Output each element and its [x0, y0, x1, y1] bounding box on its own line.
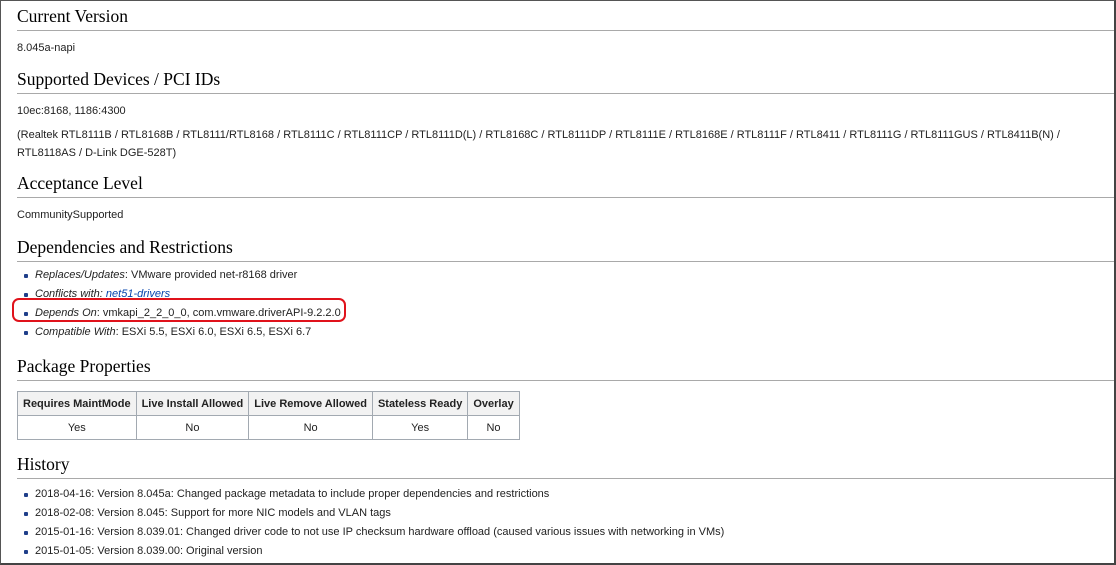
table-header-cell: Live Remove Allowed: [248, 391, 373, 416]
section-supported-devices: Supported Devices / PCI IDs 10ec:8168, 1…: [17, 68, 1114, 163]
section-title-supported-devices: Supported Devices / PCI IDs: [17, 68, 1114, 94]
dependencies-list: Replaces/Updates: VMware provided net-r8…: [17, 266, 1114, 342]
table-header-cell: Requires MaintMode: [17, 391, 137, 416]
section-title-package-properties: Package Properties: [17, 355, 1114, 381]
package-properties-table: Requires MaintMode Live Install Allowed …: [17, 391, 520, 440]
dependency-key: Replaces/Updates: [35, 269, 125, 281]
dependency-value: : ESXi 5.5, ESXi 6.0, ESXi 6.5, ESXi 6.7: [115, 326, 312, 338]
device-models-list: (Realtek RTL8111B / RTL8168B / RTL8111/R…: [17, 128, 1060, 160]
section-title-dependencies: Dependencies and Restrictions: [17, 236, 1114, 262]
table-cell: No: [248, 415, 373, 440]
table-header-row: Requires MaintMode Live Install Allowed …: [17, 391, 520, 416]
section-package-properties: Package Properties Requires MaintMode Li…: [17, 355, 1114, 440]
section-history: History 2018-04-16: Version 8.045a: Chan…: [17, 453, 1114, 561]
dependency-item-depends-on: Depends On: vmkapi_2_2_0_0, com.vmware.d…: [24, 304, 1114, 323]
section-acceptance-level: Acceptance Level CommunitySupported: [17, 172, 1114, 225]
section-title-current-version: Current Version: [17, 5, 1114, 31]
history-item: 2015-01-05: Version 8.039.00: Original v…: [24, 542, 1114, 561]
dependency-item-conflicts: Conflicts with: net51-drivers: [24, 285, 1114, 304]
section-title-acceptance-level: Acceptance Level: [17, 172, 1114, 198]
current-version-value: 8.045a-napi: [17, 42, 76, 54]
conflicts-link[interactable]: net51-drivers: [106, 288, 170, 300]
dependency-value: : VMware provided net-r8168 driver: [124, 269, 298, 281]
section-title-history: History: [17, 453, 1114, 479]
acceptance-level-value: CommunitySupported: [17, 209, 124, 221]
table-header-cell: Overlay: [467, 391, 520, 416]
dependency-key: Depends On: [35, 307, 97, 319]
dependency-key: Compatible With: [35, 326, 116, 338]
table-cell: No: [135, 415, 250, 440]
section-dependencies: Dependencies and Restrictions Replaces/U…: [17, 236, 1114, 342]
table-cell: No: [467, 415, 520, 440]
history-item: 2015-01-16: Version 8.039.01: Changed dr…: [24, 523, 1114, 542]
history-item: 2018-02-08: Version 8.045: Support for m…: [24, 504, 1114, 523]
dependency-value: : vmkapi_2_2_0_0, com.vmware.driverAPI-9…: [96, 307, 341, 319]
dependency-key: Conflicts with:: [35, 288, 106, 300]
history-list: 2018-04-16: Version 8.045a: Changed pack…: [17, 485, 1114, 561]
pci-ids-value: 10ec:8168, 1186:4300: [17, 105, 126, 117]
section-current-version: Current Version 8.045a-napi: [17, 5, 1114, 58]
table-cell: Yes: [17, 415, 137, 440]
table-header-cell: Live Install Allowed: [135, 391, 250, 416]
dependency-item-replaces: Replaces/Updates: VMware provided net-r8…: [24, 266, 1114, 285]
dependency-item-compatible: Compatible With: ESXi 5.5, ESXi 6.0, ESX…: [24, 323, 1114, 342]
history-item: 2018-04-16: Version 8.045a: Changed pack…: [24, 485, 1114, 504]
table-header-cell: Stateless Ready: [371, 391, 469, 416]
table-row: Yes No No Yes No: [17, 415, 520, 440]
table-cell: Yes: [371, 415, 469, 440]
page-frame: Current Version 8.045a-napi Supported De…: [0, 0, 1116, 565]
